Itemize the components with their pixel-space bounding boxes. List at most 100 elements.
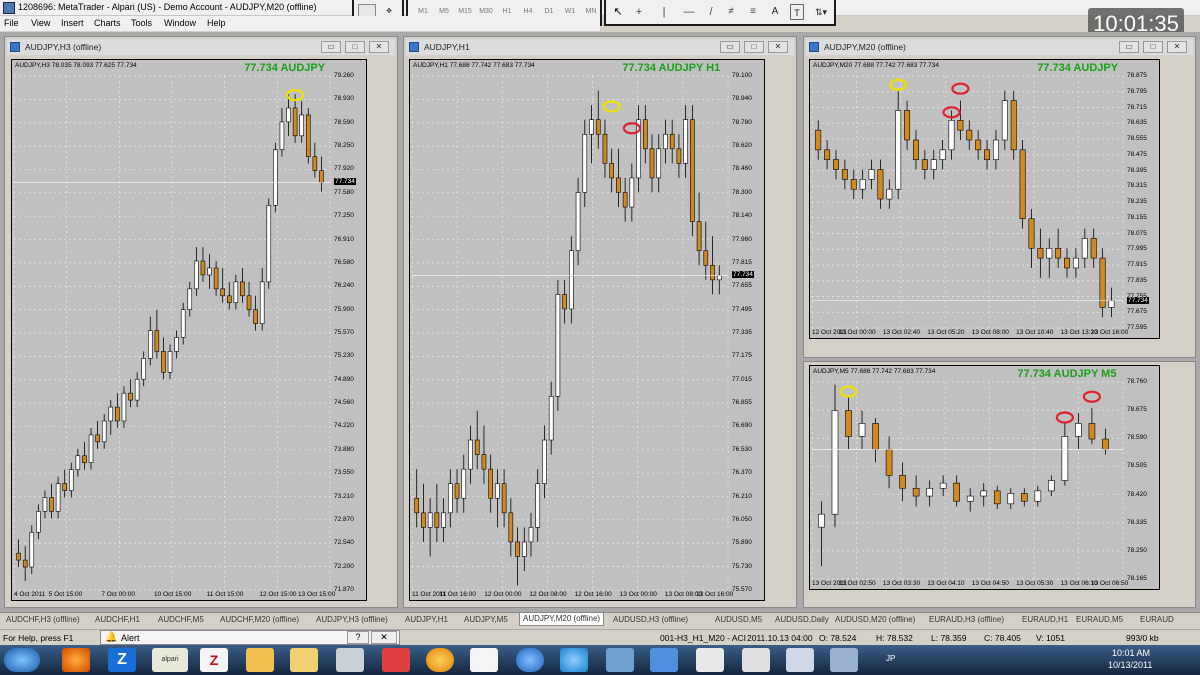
close-button[interactable]: ✕ (371, 631, 397, 644)
tab-euraud-h3-offline-[interactable]: EURAUD,H3 (offline) (929, 615, 1004, 624)
time-axis-label: 13 Oct 10:40 (1016, 329, 1054, 336)
weather-icon[interactable] (426, 648, 454, 672)
chart-plot-area[interactable]: 79.100 78.940 78.780 78.620 78.460 78.300 78.1… (409, 59, 765, 601)
candle-body (683, 119, 688, 164)
channel-icon[interactable]: ≠ (724, 4, 738, 20)
candle-body (174, 337, 179, 352)
tab-audjpy-h1[interactable]: AUDJPY,H1 (405, 615, 448, 624)
sync-icon[interactable] (696, 648, 724, 672)
price-axis-label: 78.505 (1127, 462, 1147, 470)
window-caption-title: AUDJPY,M20 (offline) (824, 42, 906, 52)
monitor-icon[interactable] (606, 648, 634, 672)
close-button[interactable]: ✕ (1167, 41, 1187, 53)
chart-window-audjpy-h1[interactable]: AUDJPY,H1 ▭ □ ✕ 79.100 78.940 78.780 78.620 78.4… (403, 36, 797, 608)
minimize-button[interactable]: ▭ (1119, 41, 1139, 53)
crosshair-icon[interactable]: + (632, 4, 646, 20)
price-axis-label: 78.760 (1127, 378, 1147, 385)
network-icon[interactable] (560, 648, 588, 672)
price-axis-label: 75.570 (732, 586, 752, 593)
tab-euraud-h1[interactable]: EURAUD,H1 (1022, 615, 1068, 624)
chart-window-audjpy-m5[interactable]: 78.760 78.675 78.590 78.505 78.420 78.335 78.2… (803, 361, 1196, 608)
tab-audchf-m5[interactable]: AUDCHF,M5 (158, 615, 204, 624)
cursor-icon[interactable]: ↖ (612, 4, 624, 20)
vertical-line-icon[interactable]: | (660, 4, 668, 20)
menu-charts[interactable]: Charts (94, 18, 121, 28)
time-axis-label: 11 Oct 15:00 (206, 591, 244, 598)
candle-body (663, 133, 668, 150)
chart-window-audjpy-h3[interactable]: AUDJPY,H3 (offline) ▭ □ ✕ 79.260 78.930 78.590… (4, 36, 398, 608)
editor-icon[interactable] (382, 648, 410, 672)
media-player-icon[interactable] (470, 648, 498, 672)
tab-audjpy-m5[interactable]: AUDJPY,M5 (464, 615, 508, 624)
close-button[interactable]: ✕ (768, 41, 788, 53)
yellow-circle-marker (602, 100, 621, 113)
globe-icon[interactable] (516, 648, 544, 672)
tab-audchf-h3-offline-[interactable]: AUDCHF,H3 (offline) (6, 615, 80, 624)
maximize-button[interactable]: □ (345, 41, 365, 53)
text-icon[interactable]: A (768, 4, 782, 20)
maximize-button[interactable]: □ (744, 41, 764, 53)
menu-view[interactable]: View (31, 18, 50, 28)
candle-body (609, 163, 615, 179)
alpari-icon[interactable]: alpari (152, 648, 188, 672)
candle-body (108, 406, 114, 422)
maximize-button[interactable]: □ (1143, 41, 1163, 53)
tab-audusd-m20-offline-[interactable]: AUDUSD,M20 (offline) (835, 615, 915, 624)
start-button[interactable] (4, 648, 40, 672)
tray-time[interactable]: 10:01 AM (1112, 648, 1150, 658)
chart-price-label: 77.734 AUDJPY (244, 62, 326, 74)
time-axis-label: 13 Oct 04:10 (927, 580, 965, 587)
tab-audusd-m5[interactable]: AUDUSD,M5 (715, 615, 762, 624)
scissors-icon[interactable] (650, 648, 678, 672)
tab-euraud-m5[interactable]: EURAUD,M5 (1076, 615, 1123, 624)
language-indicator[interactable]: JP (886, 654, 895, 663)
menu-insert[interactable]: Insert (61, 18, 84, 28)
candle-body (95, 434, 100, 443)
menu-file[interactable]: File (4, 18, 19, 28)
explorer-icon[interactable] (246, 648, 274, 672)
chart-plot-area[interactable]: 79.260 78.930 78.590 78.250 77.920 77.580 77.2… (11, 59, 367, 601)
fibonacci-icon[interactable]: ≡ (746, 4, 760, 20)
candle-body (595, 119, 601, 135)
text-label-icon[interactable]: T (790, 4, 804, 20)
minimize-button[interactable]: ▭ (720, 41, 740, 53)
close-button[interactable]: ✕ (369, 41, 389, 53)
candle-body (273, 149, 278, 206)
price-axis-label: 75.230 (334, 352, 354, 360)
alert-window[interactable]: 🔔 Alert ? ✕ (100, 630, 400, 645)
folder-icon[interactable] (290, 648, 318, 672)
chart-window-audjpy-m20[interactable]: AUDJPY,M20 (offline) ▭ □ ✕ 78.875 78.795 78.71… (803, 36, 1196, 358)
help-button[interactable]: ? (347, 631, 369, 644)
trendline-icon[interactable]: / (704, 4, 718, 20)
candle-body (939, 149, 946, 160)
price-axis-label: 77.920 (334, 165, 354, 173)
tab-audusd-daily[interactable]: AUDUSD,Daily (775, 615, 829, 624)
tab-audchf-h1[interactable]: AUDCHF,H1 (95, 615, 140, 624)
calculator-icon[interactable] (336, 648, 364, 672)
candle-body (1072, 257, 1079, 269)
tray-date[interactable]: 10/13/2011 (1108, 660, 1152, 670)
firefox-icon[interactable] (62, 648, 90, 672)
tab-audchf-m20-offline-[interactable]: AUDCHF,M20 (offline) (220, 615, 299, 624)
app-z-icon[interactable]: Z (108, 648, 136, 672)
menu-window[interactable]: Window (164, 18, 196, 28)
tab-euraud[interactable]: EURAUD (1140, 615, 1174, 624)
zf-icon[interactable]: Z (200, 648, 228, 672)
candle-body (266, 205, 272, 283)
paint-icon[interactable] (786, 648, 814, 672)
chart-ohlc-info: AUDJPY,H1 77.688 77.742 77.683 77.734 (413, 62, 535, 69)
candle-body (885, 449, 893, 476)
menu-tools[interactable]: Tools (131, 18, 152, 28)
tab-audusd-h3-offline-[interactable]: AUDUSD,H3 (offline) (613, 615, 688, 624)
tab-audjpy-m20-offline-[interactable]: AUDJPY,M20 (offline) (519, 613, 605, 626)
photo-icon[interactable] (742, 648, 770, 672)
menu-help[interactable]: Help (207, 18, 226, 28)
arrows-dropdown-icon[interactable]: ⇅▾ (812, 4, 830, 20)
chart-plot-area[interactable]: 78.875 78.795 78.715 78.635 78.555 78.475 78.3… (809, 59, 1160, 339)
candle-body (421, 512, 426, 528)
mail-icon[interactable] (830, 648, 858, 672)
minimize-button[interactable]: ▭ (321, 41, 341, 53)
tab-audjpy-h3-offline-[interactable]: AUDJPY,H3 (offline) (316, 615, 388, 624)
horizontal-line-icon[interactable]: — (682, 4, 696, 20)
chart-plot-area[interactable]: 78.760 78.675 78.590 78.505 78.420 78.335 78.2… (809, 365, 1160, 590)
